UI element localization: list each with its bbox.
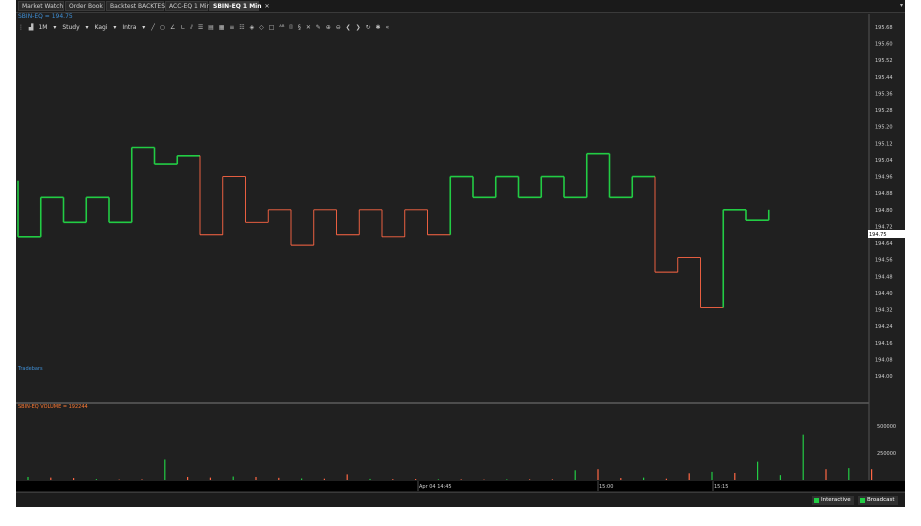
price-axis-label: 195.68 [875, 25, 893, 31]
kagi-chart[interactable]: 195.68 195.60 195.52 195.44 195.36 195.28 195.… [16, 0, 905, 507]
trading-terminal-window: Market Watch Order Book Backtest BACKTES… [16, 0, 905, 507]
price-axis-label: 195.60 [875, 42, 893, 48]
price-axis-label: 194.64 [875, 241, 893, 247]
price-axis-label: 194.00 [875, 374, 893, 380]
price-axis-label: 194.88 [875, 191, 893, 197]
status-dot-icon [860, 498, 865, 503]
price-axis-label: 194.48 [875, 274, 893, 280]
time-axis [16, 481, 905, 491]
price-axis-label: 194.08 [875, 357, 893, 363]
volume-panel-title: SBIN-EQ VOLUME = 192244 [18, 404, 88, 410]
interactive-status: Interactive [812, 496, 854, 505]
price-axis-label: 195.52 [875, 58, 893, 64]
price-axis-label: 194.72 [875, 224, 893, 230]
price-axis-label: 194.56 [875, 258, 893, 264]
time-axis-label: 15:00 [599, 484, 613, 490]
status-bar: Interactive Broadcast [16, 492, 905, 507]
broadcast-status: Broadcast [858, 496, 898, 505]
price-axis-label: 195.28 [875, 108, 893, 114]
volume-axis-label: 500000 [877, 424, 896, 430]
broadcast-label: Broadcast [867, 497, 895, 503]
time-axis-label: 15:15 [714, 484, 728, 490]
price-axis-label: 194.16 [875, 341, 893, 347]
price-axis-label: 194.96 [875, 175, 893, 181]
status-dot-icon [814, 498, 819, 503]
tradebars-label: Tradebars [17, 366, 43, 372]
time-axis-label: Apr 04 14:45 [419, 484, 452, 490]
price-axis-label: 194.80 [875, 208, 893, 214]
price-axis-label: 195.12 [875, 141, 893, 147]
price-axis-label: 195.20 [875, 125, 893, 131]
price-axis-label: 195.44 [875, 75, 893, 81]
current-price-label: 194.75 [869, 232, 887, 238]
interactive-label: Interactive [821, 497, 851, 503]
price-axis-label: 194.24 [875, 324, 893, 330]
price-axis-label: 194.32 [875, 308, 893, 314]
volume-axis-label: 250000 [877, 451, 896, 457]
price-axis-label: 195.04 [875, 158, 893, 164]
price-axis-label: 194.40 [875, 291, 893, 297]
price-axis-label: 195.36 [875, 91, 893, 97]
